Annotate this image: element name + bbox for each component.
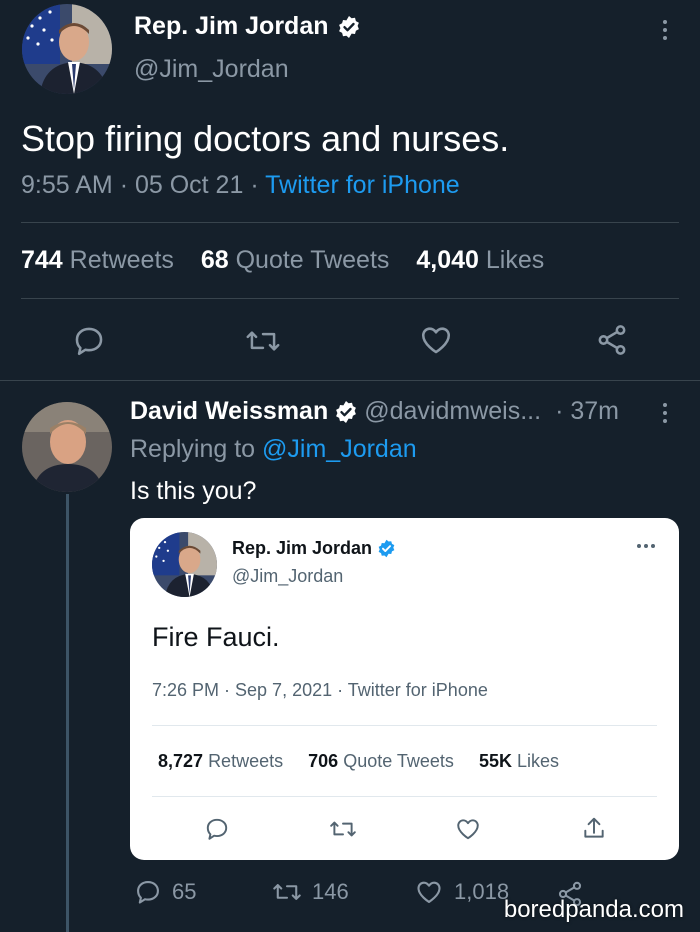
reply-text: Is this you?	[130, 477, 257, 505]
divider	[152, 725, 657, 726]
tweet-text: Stop firing doctors and nurses.	[21, 118, 510, 159]
verified-badge-icon	[336, 400, 357, 423]
reply-more-options-icon[interactable]	[663, 403, 667, 423]
thread-line	[66, 494, 69, 932]
tweet-date[interactable]: 05 Oct 21	[135, 171, 243, 199]
likes-stat[interactable]: 4,040 Likes	[416, 246, 544, 274]
watermark: boredpanda.com	[503, 896, 684, 923]
embedded-author-name-text: Rep. Jim Jordan	[232, 538, 373, 558]
meta-separator: ·	[250, 171, 259, 199]
reply-author-name[interactable]: David Weissman	[130, 397, 328, 426]
reply-icon[interactable]	[72, 324, 106, 358]
reply-reply-action[interactable]: 65	[134, 878, 196, 906]
like-count: 1,018	[454, 879, 510, 904]
author-name-text: Rep. Jim Jordan	[134, 12, 329, 40]
replying-to-handle[interactable]: @Jim_Jordan	[262, 435, 417, 463]
divider	[21, 222, 679, 223]
embedded-upload-icon	[584, 817, 604, 838]
reply-count: 65	[172, 879, 197, 904]
retweets-stat[interactable]: 744 Retweets	[21, 246, 174, 274]
embedded-retweets-stat: 8,727 Retweets	[158, 751, 284, 771]
embedded-author-name: Rep. Jim Jordan	[232, 538, 396, 559]
author-name[interactable]: Rep. Jim Jordan	[134, 12, 361, 41]
tweet-meta: 9:55 AM · 05 Oct 21 · Twitter for iPhone	[21, 171, 460, 200]
like-icon	[417, 881, 441, 903]
divider	[21, 298, 679, 299]
reply-retweet-action[interactable]: 146	[272, 878, 349, 906]
tweet-separator	[0, 380, 700, 381]
retweet-count: 146	[312, 879, 349, 904]
embedded-tweet-text: Fire Fauci.	[152, 622, 280, 652]
avatar-jim-jordan[interactable]	[22, 4, 112, 94]
reply-author-handle[interactable]: @davidmweis...	[364, 397, 541, 426]
verified-badge-icon	[338, 15, 359, 38]
replying-prefix: Replying to	[130, 435, 256, 463]
tweet-source[interactable]: Twitter for iPhone	[265, 171, 460, 199]
more-options-icon[interactable]	[663, 20, 667, 40]
embedded-tweet-stats: 8,727 Retweets 706 Quote Tweets 55K Like…	[158, 751, 559, 772]
meta-separator: ·	[119, 171, 129, 199]
quote-tweets-stat[interactable]: 68 Quote Tweets	[201, 246, 390, 274]
embedded-quotes-stat: 706 Quote Tweets	[308, 751, 454, 771]
embedded-tweet-meta: 7:26 PM · Sep 7, 2021 · Twitter for iPho…	[152, 680, 488, 700]
embedded-tweet-image[interactable]: Rep. Jim Jordan @Jim_Jordan Fire Fauci. …	[130, 518, 679, 860]
like-icon[interactable]	[418, 323, 454, 357]
tweet-time[interactable]: 9:55 AM	[21, 171, 113, 199]
embedded-like-icon	[457, 819, 479, 840]
replying-to: Replying to @Jim_Jordan	[130, 435, 417, 464]
reply-time[interactable]: · 37m	[555, 397, 619, 426]
retweet-icon	[273, 884, 301, 900]
reply-header: David Weissman @davidmweis... · 37m	[130, 397, 619, 426]
share-icon[interactable]	[595, 323, 629, 357]
embedded-likes-stat: 55K Likes	[478, 751, 560, 771]
divider	[152, 796, 657, 797]
reply-icon	[137, 881, 159, 904]
retweet-icon[interactable]	[245, 324, 281, 358]
embedded-author-handle: @Jim_Jordan	[232, 566, 344, 586]
reply-like-action[interactable]: 1,018	[414, 878, 509, 906]
author-handle[interactable]: @Jim_Jordan	[134, 55, 289, 84]
avatar-david-weissman[interactable]	[22, 402, 112, 492]
embedded-reply-icon	[206, 818, 228, 840]
embedded-more-options-icon	[637, 544, 655, 548]
embedded-avatar	[152, 532, 217, 597]
tweet-stats: 744 Retweets 68 Quote Tweets 4,040 Likes	[21, 246, 544, 275]
embedded-retweet-icon	[330, 821, 356, 837]
verified-badge-icon	[378, 539, 395, 558]
